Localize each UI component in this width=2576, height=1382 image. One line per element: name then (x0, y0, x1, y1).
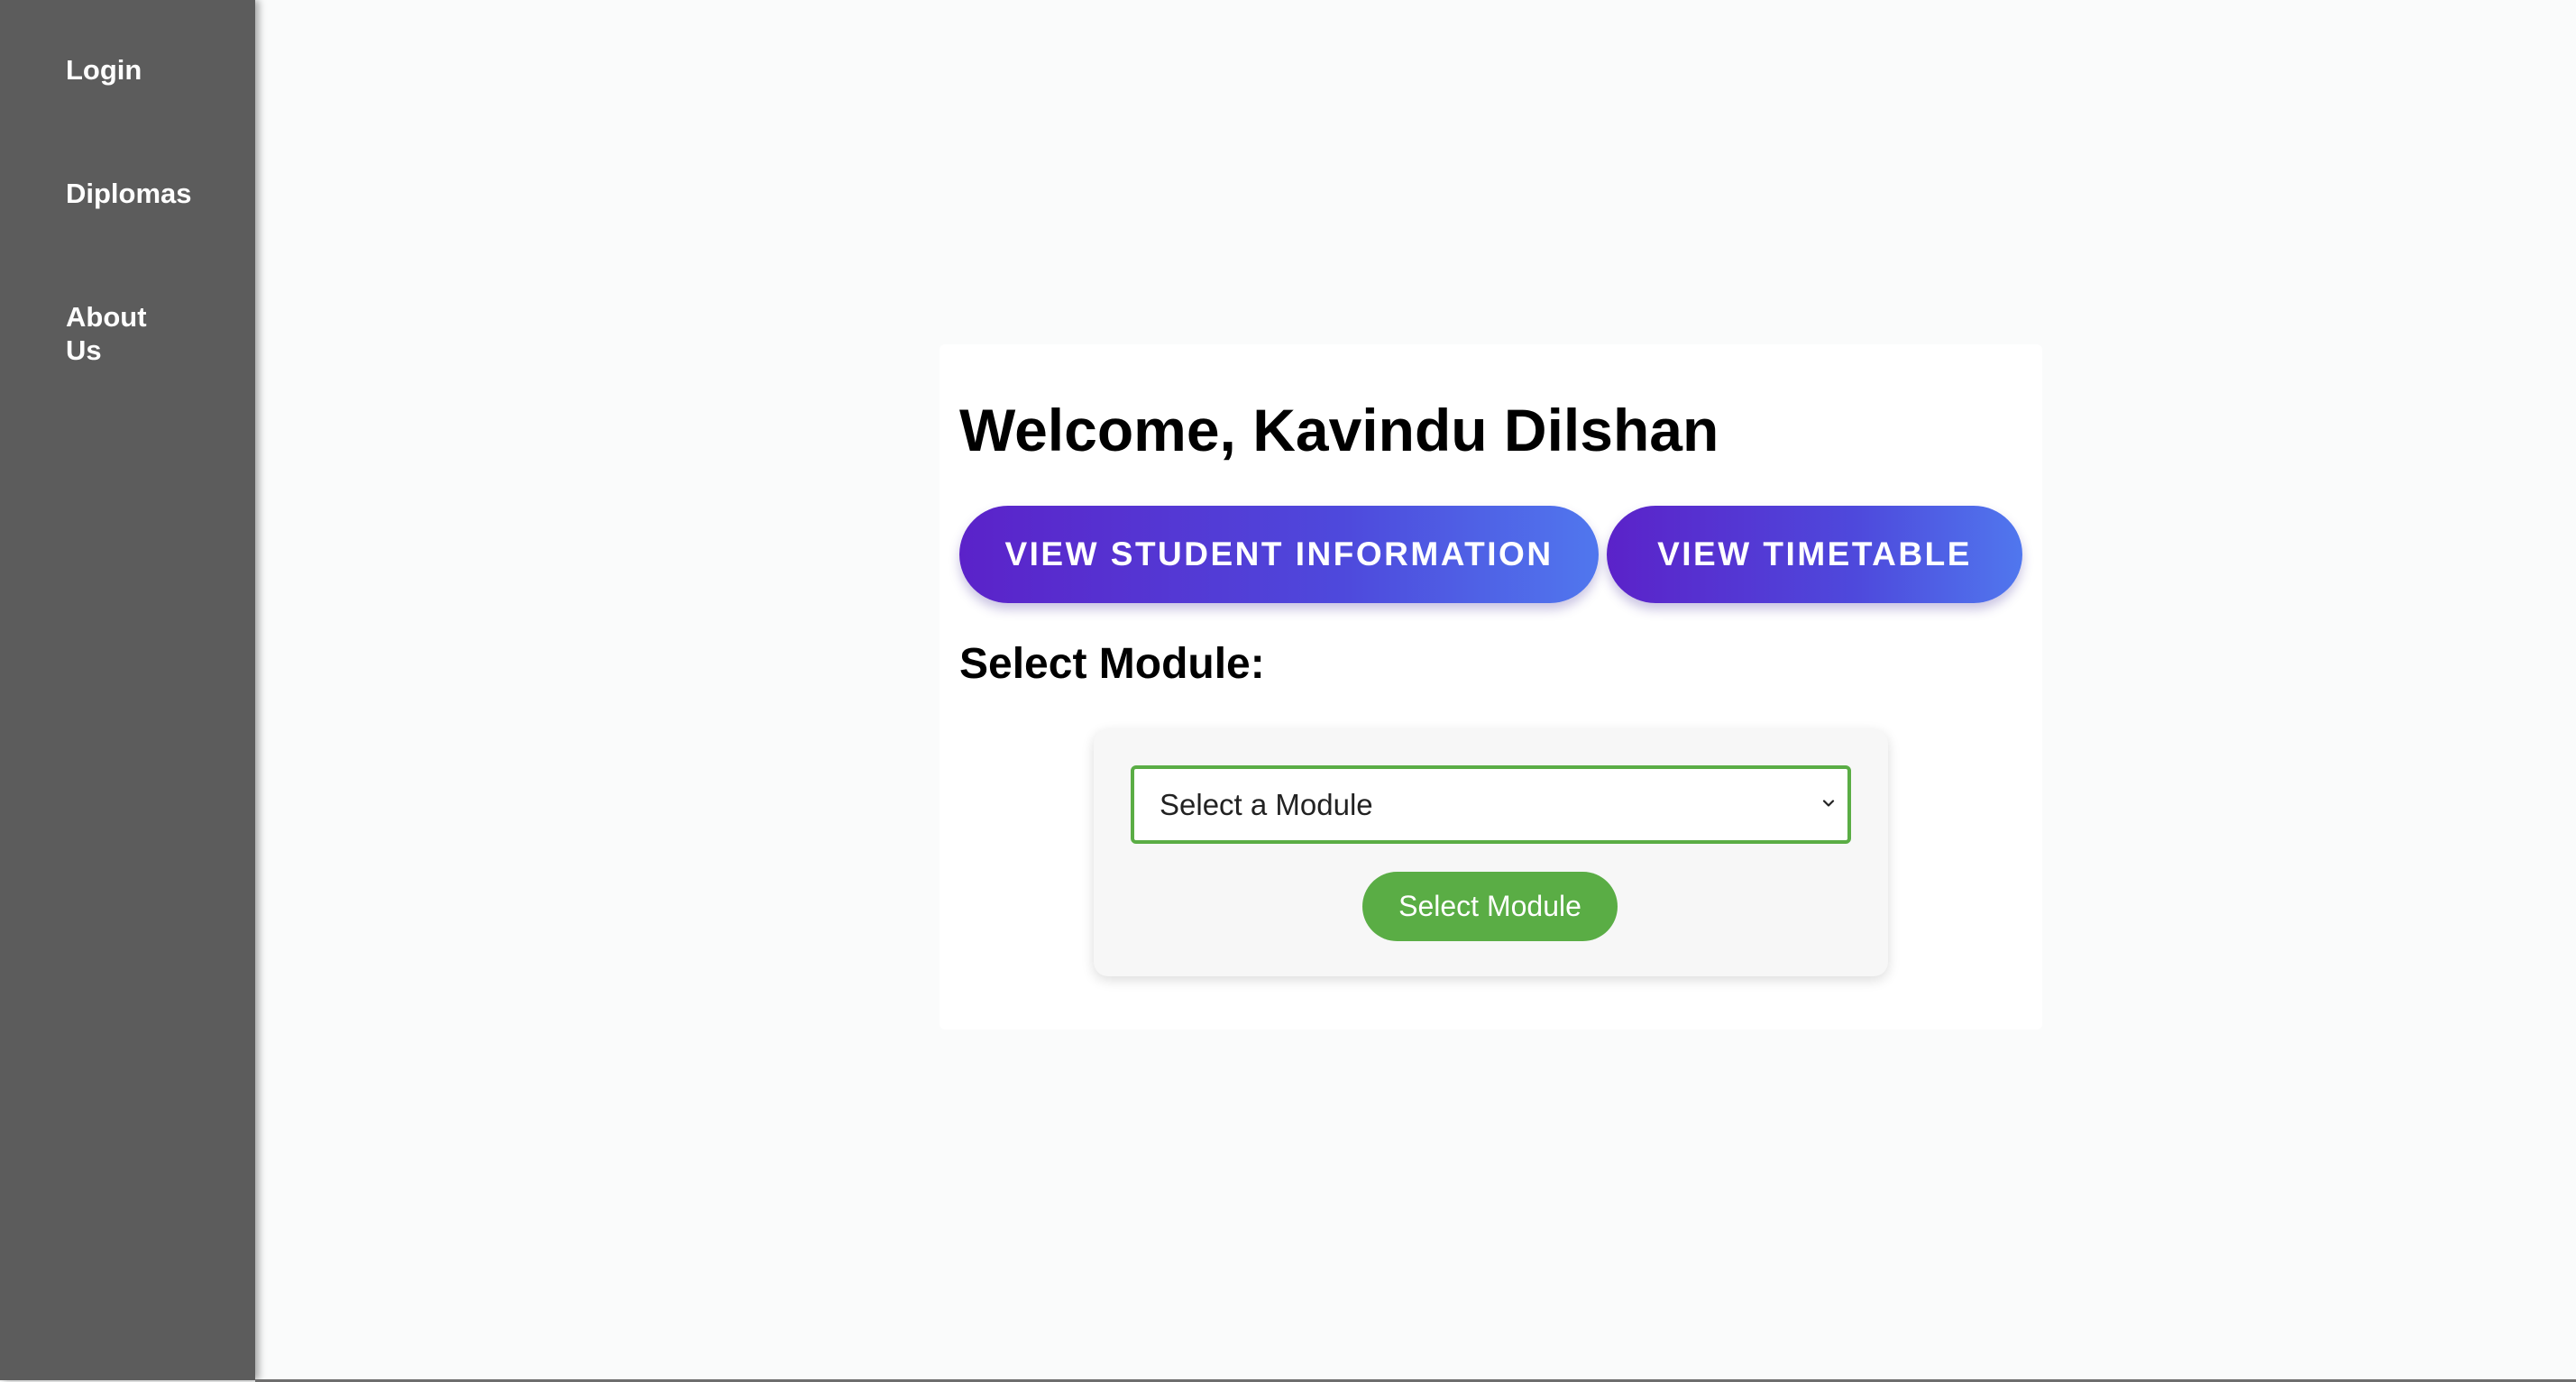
module-dropdown[interactable]: Select a Module (1131, 765, 1851, 844)
view-timetable-button[interactable]: VIEW TIMETABLE (1607, 506, 2022, 603)
select-module-button[interactable]: Select Module (1362, 872, 1618, 941)
view-student-information-button[interactable]: VIEW STUDENT INFORMATION (959, 506, 1599, 603)
sidebar-item-about-us[interactable]: About Us (66, 300, 165, 367)
welcome-heading: Welcome, Kavindu Dilshan (959, 397, 1719, 463)
sidebar-item-login[interactable]: Login (66, 53, 210, 87)
sidebar: Login Diplomas About Us (0, 0, 255, 1380)
select-module-heading: Select Module: (959, 640, 1265, 688)
chevron-down-icon (1822, 800, 1835, 807)
dashboard-card: Welcome, Kavindu Dilshan VIEW STUDENT IN… (940, 344, 2042, 1030)
module-selection-panel: Select a Module Select Module (1094, 729, 1888, 976)
module-dropdown-value: Select a Module (1160, 788, 1373, 821)
sidebar-item-diplomas[interactable]: Diplomas (66, 177, 210, 210)
